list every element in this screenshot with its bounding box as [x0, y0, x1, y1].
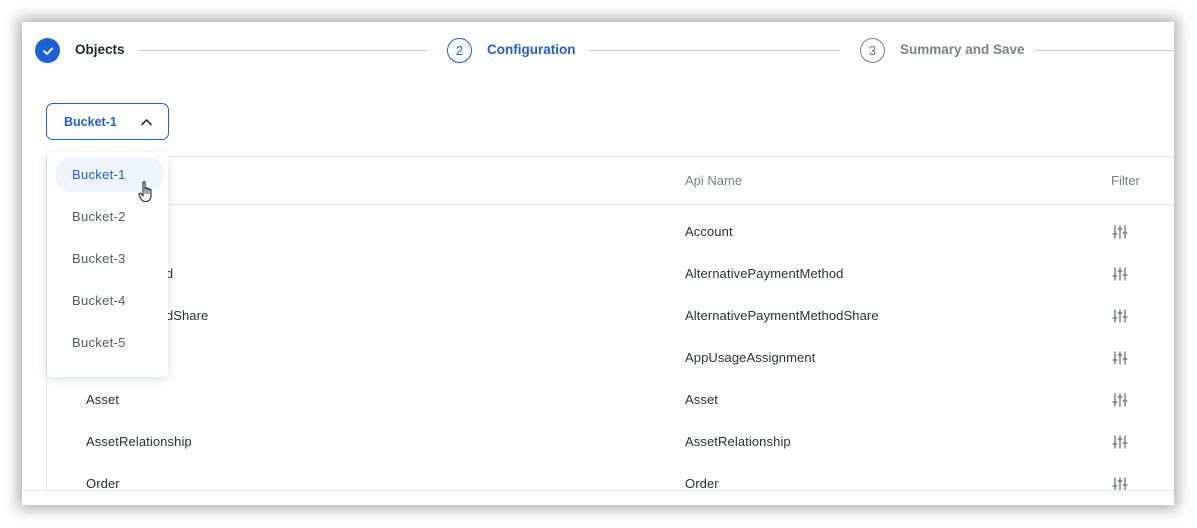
table-bottom-border — [22, 490, 1174, 491]
filter-sliders-icon[interactable] — [1112, 350, 1128, 366]
table-row[interactable]: AssetRelationship AssetRelationship — [47, 422, 1174, 464]
bucket-option-3[interactable]: Bucket-3 — [55, 241, 164, 276]
wizard-panel: Objects 2 Configuration 3 Summary and Sa… — [22, 22, 1174, 505]
filter-sliders-icon[interactable] — [1112, 308, 1128, 324]
filter-sliders-icon[interactable] — [1112, 392, 1128, 408]
api-name-cell: AppUsageAssignment — [685, 350, 816, 365]
step-3-number[interactable]: 3 — [860, 38, 885, 63]
step-connector — [589, 50, 840, 51]
bucket-option-2[interactable]: Bucket-2 — [55, 199, 164, 234]
filter-sliders-icon[interactable] — [1112, 224, 1128, 240]
table-row[interactable]: Account — [47, 212, 1174, 254]
table-row[interactable]: Order Order — [47, 464, 1174, 505]
objects-table: Api Name Filter Account aymentMethod Alt… — [46, 156, 1174, 496]
object-name-cell: Asset — [86, 392, 120, 407]
api-name-cell: Asset — [685, 392, 719, 407]
header-divider — [47, 204, 1174, 205]
api-name-cell: AssetRelationship — [685, 434, 791, 449]
api-name-cell: AlternativePaymentMethodShare — [685, 308, 879, 323]
api-name-cell: Account — [685, 224, 733, 239]
filter-sliders-icon[interactable] — [1112, 266, 1128, 282]
column-header-api-name: Api Name — [685, 173, 743, 188]
step-1-label[interactable]: Objects — [75, 42, 125, 57]
table-row[interactable]: Asset Asset — [47, 380, 1174, 422]
table-border — [47, 156, 1174, 157]
bucket-select-value: Bucket-1 — [64, 114, 117, 129]
step-1-complete[interactable] — [35, 38, 60, 63]
step-connector — [1035, 50, 1174, 51]
hand-cursor-icon — [138, 181, 152, 203]
table-row[interactable]: signment AppUsageAssignment — [47, 338, 1174, 380]
bucket-option-4[interactable]: Bucket-4 — [55, 283, 164, 318]
step-2-label[interactable]: Configuration — [487, 42, 575, 57]
object-name-cell: Order — [86, 476, 120, 491]
api-name-cell: Order — [685, 476, 719, 491]
step-connector — [138, 50, 427, 51]
filter-sliders-icon[interactable] — [1112, 434, 1128, 450]
step-3-label[interactable]: Summary and Save — [900, 42, 1025, 57]
object-name-cell: AssetRelationship — [86, 434, 192, 449]
table-row[interactable]: aymentMethod AlternativePaymentMethod — [47, 254, 1174, 296]
checkmark-icon — [42, 47, 53, 55]
bucket-select[interactable]: Bucket-1 — [46, 103, 169, 140]
chevron-up-icon — [141, 119, 152, 126]
api-name-cell: AlternativePaymentMethod — [685, 266, 844, 281]
bucket-option-5[interactable]: Bucket-5 — [55, 325, 164, 360]
step-2-number[interactable]: 2 — [447, 38, 472, 63]
column-header-filter: Filter — [1111, 173, 1140, 188]
table-row[interactable]: aymentMethodShare AlternativePaymentMeth… — [47, 296, 1174, 338]
